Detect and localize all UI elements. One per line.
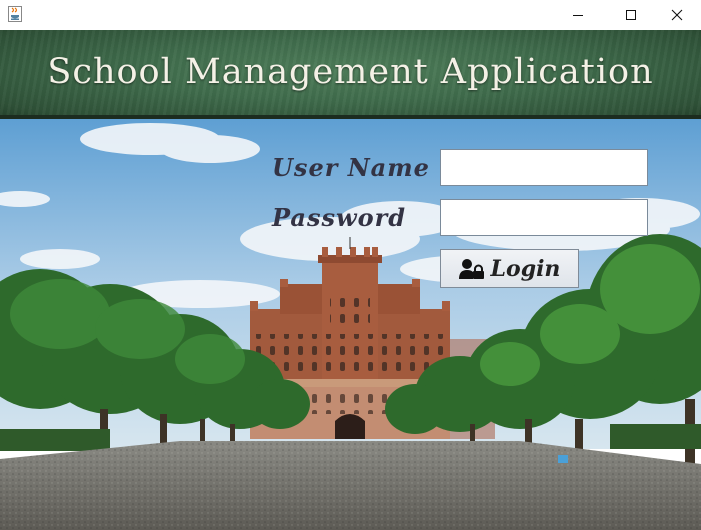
login-button-label: Login — [490, 255, 561, 282]
maximize-icon — [626, 10, 636, 20]
minimize-icon — [573, 15, 583, 16]
username-input[interactable] — [440, 149, 648, 186]
header-banner: School Management Application — [0, 30, 701, 119]
user-lock-icon — [458, 258, 484, 279]
maximize-button[interactable] — [608, 0, 654, 30]
login-button[interactable]: Login — [440, 249, 579, 288]
close-button[interactable] — [654, 0, 700, 30]
minimize-button[interactable] — [555, 0, 601, 30]
app-title: School Management Application — [47, 52, 654, 92]
window-title-bar — [0, 0, 701, 30]
password-input[interactable] — [440, 199, 648, 236]
close-icon — [671, 9, 683, 21]
password-label: Password — [272, 203, 407, 232]
java-app-icon — [8, 6, 22, 22]
username-label: User Name — [272, 153, 430, 182]
